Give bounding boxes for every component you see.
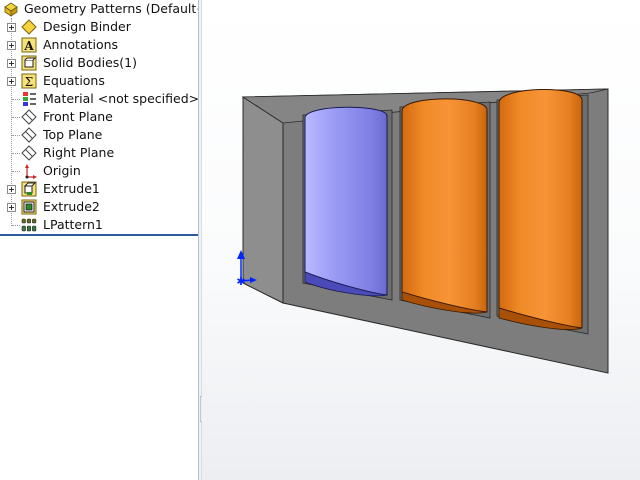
tree-item-label: Material <not specified> <box>43 91 198 106</box>
svg-text:A: A <box>23 39 34 53</box>
tree-connector-line <box>12 225 20 226</box>
tree-item-label: Origin <box>43 163 81 178</box>
annotations-icon: A <box>21 37 37 53</box>
svg-text:✱: ✱ <box>236 275 245 288</box>
equations-icon: Σ <box>21 73 37 89</box>
tree-connector-line <box>12 117 20 118</box>
tree-item-label: Extrude1 <box>43 181 100 196</box>
part-icon <box>4 2 18 17</box>
block-left-side[interactable] <box>242 96 284 304</box>
tree-item-front-plane[interactable]: Front Plane <box>0 108 198 126</box>
cylinder-body-pattern-1[interactable] <box>401 98 488 313</box>
tree-item-label: Right Plane <box>43 145 115 160</box>
rollback-bar[interactable] <box>0 234 198 236</box>
expand-toggle[interactable] <box>7 185 16 194</box>
plane-icon <box>21 127 37 143</box>
tree-item-label: Annotations <box>43 37 119 52</box>
feature-manager-tree: Geometry Patterns (Default<< Design Bind… <box>0 0 198 480</box>
tree-root[interactable]: Geometry Patterns (Default<< <box>0 0 198 18</box>
expand-toggle[interactable] <box>7 41 16 50</box>
tree-connector-line <box>12 153 20 154</box>
tree-item-extrude2[interactable]: Extrude2 <box>0 198 198 216</box>
solid-bodies-icon <box>21 55 37 71</box>
svg-text:Σ: Σ <box>25 75 33 89</box>
tree-item-label: Design Binder <box>43 19 131 34</box>
expand-toggle[interactable] <box>7 77 16 86</box>
tree-item-label: Solid Bodies(1) <box>43 55 137 70</box>
tree-item-origin[interactable]: Origin <box>0 162 198 180</box>
plane-icon <box>21 145 37 161</box>
tree-item-design-binder[interactable]: Design Binder <box>0 18 198 36</box>
tree-connector-line <box>12 99 20 100</box>
tree-item-right-plane[interactable]: Right Plane <box>0 144 198 162</box>
tree-item-equations[interactable]: Σ Equations <box>0 72 198 90</box>
tree-connector-line <box>12 171 20 172</box>
expand-toggle[interactable] <box>7 23 16 32</box>
linear-pattern-icon <box>21 218 37 232</box>
expand-toggle[interactable] <box>7 59 16 68</box>
tree-item-label: Front Plane <box>43 109 113 124</box>
extrude-icon <box>21 181 37 197</box>
tree-connector-line <box>12 135 20 136</box>
tree-root-label: Geometry Patterns (Default<< <box>24 1 198 16</box>
graphics-viewport[interactable]: ✱ <box>202 0 640 480</box>
tree-item-label: Extrude2 <box>43 199 100 214</box>
tree-item-label: LPattern1 <box>43 217 103 232</box>
tree-item-extrude1[interactable]: Extrude1 <box>0 180 198 198</box>
tree-item-label: Top Plane <box>43 127 103 142</box>
origin-icon <box>25 164 37 179</box>
tree-item-label: Equations <box>43 73 105 88</box>
expand-toggle[interactable] <box>7 203 16 212</box>
tree-item-material[interactable]: Material <not specified> <box>0 90 198 108</box>
plane-icon <box>21 109 37 125</box>
cylinder-body-selected[interactable] <box>304 106 388 296</box>
cylinder-body-pattern-2[interactable] <box>498 88 583 329</box>
material-icon <box>23 92 36 106</box>
tree-item-solid-bodies[interactable]: Solid Bodies(1) <box>0 54 198 72</box>
tree-item-lpattern1[interactable]: LPattern1 <box>0 216 198 234</box>
tree-item-top-plane[interactable]: Top Plane <box>0 126 198 144</box>
extrude-icon <box>21 199 37 215</box>
design-binder-icon <box>21 19 37 35</box>
tree-item-annotations[interactable]: A Annotations <box>0 36 198 54</box>
model-view[interactable]: ✱ <box>202 0 640 480</box>
